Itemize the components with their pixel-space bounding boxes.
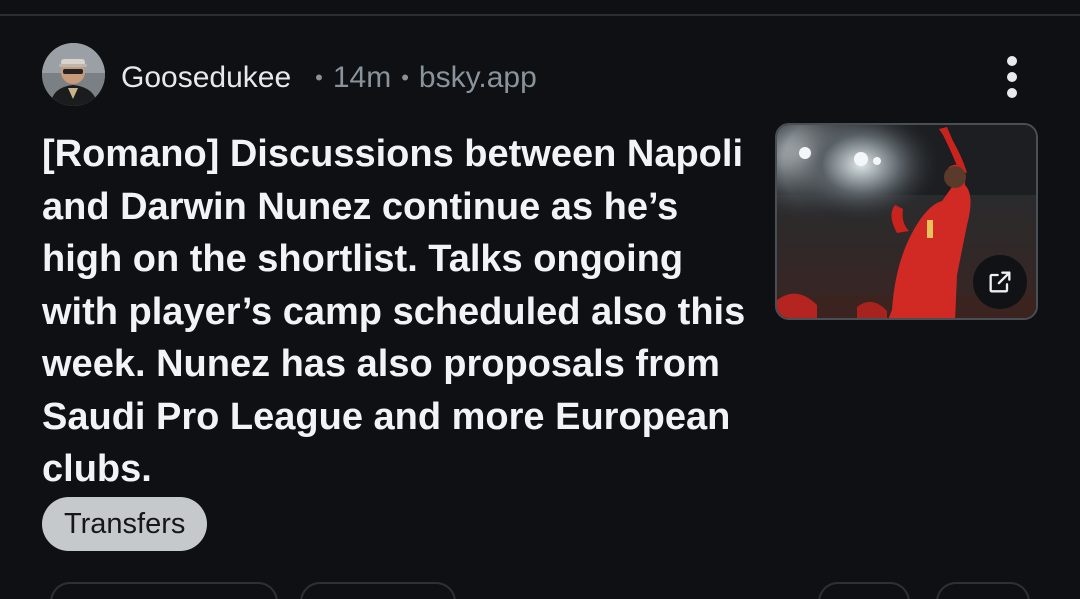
action-button[interactable] xyxy=(50,582,278,599)
avatar[interactable] xyxy=(42,43,105,106)
post-source[interactable]: bsky.app xyxy=(419,61,537,95)
meta-separator: • xyxy=(401,65,409,90)
avatar-image xyxy=(42,43,105,106)
tag-chip[interactable]: Transfers xyxy=(42,497,208,551)
top-divider xyxy=(0,14,1080,16)
action-button[interactable] xyxy=(818,582,910,599)
more-vertical-icon[interactable] xyxy=(995,52,1029,102)
meta-separator: • xyxy=(315,65,323,90)
action-button[interactable] xyxy=(936,582,1030,599)
post-meta: Goosedukee • 14m • bsky.app xyxy=(121,58,537,98)
action-button[interactable] xyxy=(300,582,456,599)
feed-screen: Goosedukee • 14m • bsky.app [Romano] Dis… xyxy=(0,0,1080,599)
post-body[interactable]: [Romano] Discussions between Napoli and … xyxy=(42,128,762,496)
post-time[interactable]: 14m xyxy=(333,61,391,95)
external-link-icon[interactable] xyxy=(973,255,1027,309)
author-name[interactable]: Goosedukee xyxy=(121,61,291,95)
